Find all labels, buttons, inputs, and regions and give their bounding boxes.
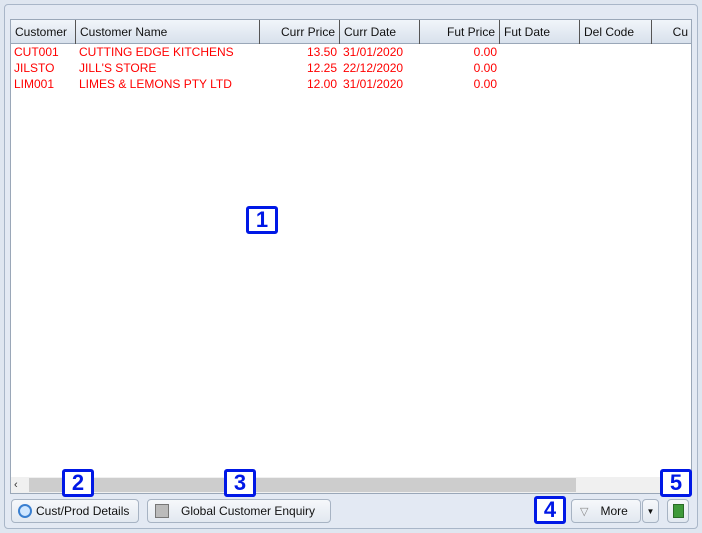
cell-name: JILL'S STORE — [79, 61, 157, 75]
more-dropdown-button[interactable]: ▼ — [642, 499, 659, 523]
annotation-badge-2: 2 — [62, 469, 94, 497]
cell-customer: LIM001 — [14, 77, 55, 91]
cell-customer: CUT001 — [14, 45, 59, 59]
horizontal-scrollbar[interactable]: ‹ — [11, 477, 691, 493]
cabinet-icon — [155, 504, 169, 518]
col-fut-date[interactable]: Fut Date — [500, 20, 580, 44]
col-curr-price[interactable]: Curr Price — [260, 20, 340, 44]
cell-curr-date: 31/01/2020 — [343, 77, 404, 91]
cell-name: LIMES & LEMONS PTY LTD — [79, 77, 232, 91]
magnifier-icon — [18, 504, 32, 518]
scrollbar-thumb[interactable] — [29, 478, 576, 492]
global-customer-enquiry-button[interactable]: Global Customer Enquiry — [147, 499, 331, 523]
annotation-badge-1: 1 — [246, 206, 278, 234]
table-row[interactable]: LIM001 LIMES & LEMONS PTY LTD 12.00 31/01/2… — [11, 76, 691, 92]
cell-curr-date: 22/12/2020 — [343, 61, 404, 75]
annotation-badge-5: 5 — [660, 469, 692, 497]
chevron-down-icon: ▼ — [646, 506, 655, 516]
cust-prod-details-label: Cust/Prod Details — [36, 504, 130, 518]
pricing-table: Customer Customer Name Curr Price Curr D… — [10, 19, 692, 494]
more-button[interactable]: ▽ More — [571, 499, 641, 523]
table-row[interactable]: JILSTO JILL'S STORE 12.25 22/12/2020 0.00 — [11, 60, 691, 76]
excel-export-icon — [672, 504, 684, 518]
col-cu[interactable]: Cu — [652, 20, 691, 44]
excel-export-button[interactable] — [667, 499, 689, 523]
cell-name: CUTTING EDGE KITCHENS — [79, 45, 234, 59]
cell-curr-price: 12.25 — [306, 61, 337, 75]
triangle-down-icon: ▽ — [580, 505, 589, 518]
more-label: More — [600, 504, 628, 518]
cell-customer: JILSTO — [14, 61, 55, 75]
cell-curr-price: 13.50 — [306, 45, 337, 59]
cell-curr-date: 31/01/2020 — [343, 45, 404, 59]
col-customer[interactable]: Customer — [11, 20, 76, 44]
cell-fut-price: 0.00 — [473, 77, 497, 91]
cell-curr-price: 12.00 — [306, 77, 337, 91]
col-del-code[interactable]: Del Code — [580, 20, 652, 44]
table-header: Customer Customer Name Curr Price Curr D… — [11, 20, 691, 44]
col-curr-date[interactable]: Curr Date — [340, 20, 420, 44]
cell-fut-price: 0.00 — [473, 61, 497, 75]
cell-fut-price: 0.00 — [473, 45, 497, 59]
col-customer-name[interactable]: Customer Name — [76, 20, 260, 44]
annotation-badge-3: 3 — [224, 469, 256, 497]
cust-prod-details-button[interactable]: Cust/Prod Details — [11, 499, 139, 523]
global-customer-enquiry-label: Global Customer Enquiry — [181, 504, 316, 518]
col-fut-price[interactable]: Fut Price — [420, 20, 500, 44]
scroll-left-icon[interactable]: ‹ — [14, 477, 18, 493]
annotation-badge-4: 4 — [534, 496, 566, 524]
table-row[interactable]: CUT001 CUTTING EDGE KITCHENS 13.50 31/01/20… — [11, 44, 691, 60]
